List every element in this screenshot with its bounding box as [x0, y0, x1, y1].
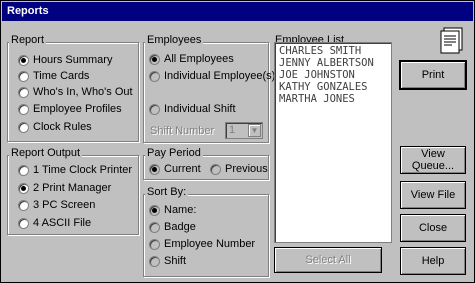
radio-label: Individual Employee(s) [164, 70, 276, 82]
title-bar: Reports [2, 2, 473, 21]
list-item[interactable]: JOE JOHNSTON [279, 69, 387, 81]
radio-indicator [149, 255, 160, 267]
radio-indicator [149, 70, 160, 82]
radio-indicator [149, 53, 160, 65]
sort-by-group-label: Sort By: [145, 186, 189, 198]
radio-indicator [18, 217, 29, 229]
list-item[interactable]: CHARLES SMITH [279, 45, 387, 57]
radio-individual-employees[interactable]: Individual Employee(s) [149, 70, 275, 82]
radio-label: 3 PC Screen [33, 199, 96, 211]
radio-indicator [149, 238, 160, 250]
radio-label: Employee Number [164, 238, 256, 250]
radio-label: 2 Print Manager [33, 182, 112, 194]
radio-ascii-file[interactable]: 4 ASCII File [18, 217, 91, 229]
list-item[interactable]: MARTHA JONES [279, 93, 387, 105]
radio-indicator [18, 182, 29, 194]
radio-indicator [18, 164, 29, 176]
radio-label: Who's In, Who's Out [33, 86, 133, 98]
radio-indicator [149, 204, 160, 216]
radio-indicator [18, 103, 29, 115]
reports-window: Reports Report Hours Summary Time Cards … [0, 0, 475, 283]
radio-indicator [18, 199, 29, 211]
radio-label: Employee Profiles [33, 103, 122, 115]
radio-label: Current [164, 163, 201, 175]
radio-all-employees[interactable]: All Employees [149, 53, 234, 65]
close-button[interactable]: Close [400, 214, 466, 242]
radio-label: Shift [164, 255, 187, 267]
radio-sort-badge[interactable]: Badge [149, 221, 196, 233]
radio-label: Clock Rules [33, 121, 92, 133]
window-title: Reports [7, 5, 49, 17]
radio-time-cards[interactable]: Time Cards [18, 70, 89, 82]
radio-time-clock-printer[interactable]: 1 Time Clock Printer [18, 164, 132, 176]
radio-indicator [18, 121, 29, 133]
radio-sort-name[interactable]: Name: [149, 204, 196, 216]
radio-clock-rules[interactable]: Clock Rules [18, 121, 92, 133]
radio-label: 1 Time Clock Printer [33, 164, 133, 176]
report-group-label: Report [9, 34, 47, 46]
radio-indicator [18, 54, 29, 66]
radio-label: Badge [164, 221, 196, 233]
radio-sort-shift[interactable]: Shift [149, 255, 186, 267]
radio-current[interactable]: Current [149, 163, 201, 175]
radio-label: All Employees [164, 53, 234, 65]
pay-period-group-label: Pay Period [145, 147, 203, 159]
shift-number-select[interactable]: 1 ▼ [225, 122, 263, 139]
radio-label: Hours Summary [33, 54, 113, 66]
shift-number-value: 1 [229, 124, 236, 136]
chevron-down-icon: ▼ [248, 124, 261, 137]
radio-previous[interactable]: Previous [210, 163, 268, 175]
radio-indicator [149, 221, 160, 233]
view-queue-button[interactable]: View Queue... [400, 146, 466, 174]
select-all-button[interactable]: Select All [274, 247, 382, 273]
radio-individual-shift[interactable]: Individual Shift [149, 103, 236, 115]
radio-indicator [149, 103, 160, 115]
radio-pc-screen[interactable]: 3 PC Screen [18, 199, 95, 211]
radio-label: Time Cards [33, 70, 90, 82]
radio-sort-employee-number[interactable]: Employee Number [149, 238, 255, 250]
radio-label: Individual Shift [164, 103, 236, 115]
employee-listbox[interactable]: CHARLES SMITH JENNY ALBERTSON JOE JOHNST… [274, 42, 392, 243]
radio-label: Name: [164, 204, 197, 216]
view-file-button[interactable]: View File [400, 181, 466, 209]
radio-indicator [210, 163, 221, 175]
report-document-icon [438, 25, 468, 55]
shift-number-label: Shift Number [150, 125, 215, 137]
radio-indicator [149, 163, 160, 175]
radio-employee-profiles[interactable]: Employee Profiles [18, 103, 122, 115]
employees-group-label: Employees [145, 34, 204, 46]
report-output-group-label: Report Output [9, 147, 83, 159]
radio-indicator [18, 70, 29, 82]
list-item[interactable]: KATHY GONZALES [279, 81, 387, 93]
list-item[interactable]: JENNY ALBERTSON [279, 57, 387, 69]
radio-label: Previous [225, 163, 268, 175]
radio-whos-in-whos-out[interactable]: Who's In, Who's Out [18, 86, 133, 98]
radio-hours-summary[interactable]: Hours Summary [18, 54, 112, 66]
print-button[interactable]: Print [399, 60, 467, 90]
radio-indicator [18, 86, 29, 98]
radio-label: 4 ASCII File [33, 217, 92, 229]
radio-print-manager[interactable]: 2 Print Manager [18, 182, 111, 194]
help-button[interactable]: Help [400, 247, 466, 275]
